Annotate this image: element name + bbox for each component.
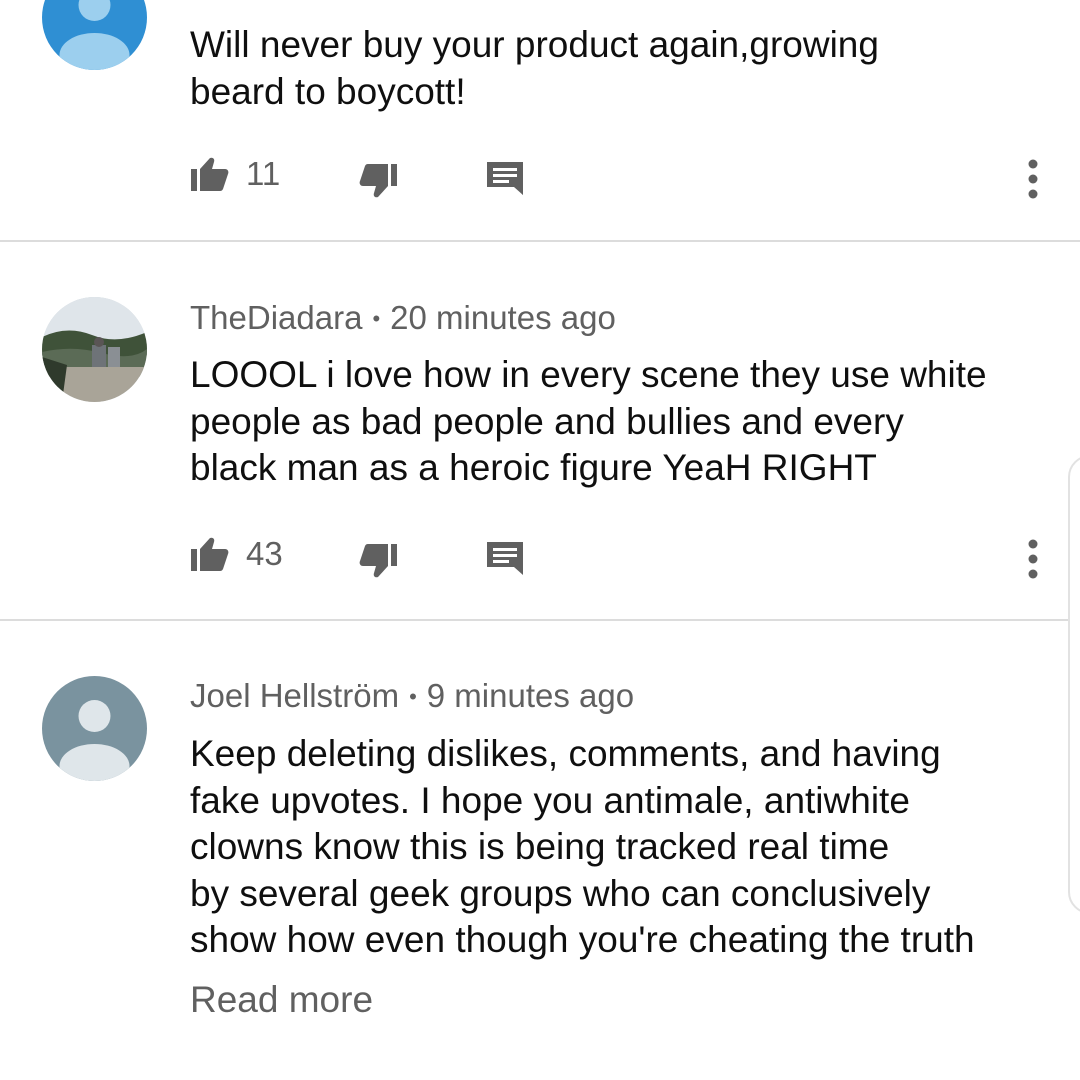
thumbs-down-icon: [359, 164, 397, 198]
avatar[interactable]: [42, 0, 147, 70]
thumbs-up-icon: [191, 537, 229, 571]
comment-text: LOOOL i love how in every scene they use…: [190, 354, 987, 488]
comment-timestamp[interactable]: 9 minutes ago: [427, 677, 634, 714]
more-options-button[interactable]: [1018, 156, 1048, 206]
comment-actions: 43: [0, 532, 1080, 582]
comment-text: Keep deleting dislikes, comments, and ha…: [190, 733, 975, 960]
meta-separator: •: [409, 684, 417, 709]
comment-item: Will never buy your product again,growin…: [0, 0, 1080, 242]
avatar[interactable]: [42, 297, 147, 402]
meta-separator: •: [372, 306, 381, 331]
read-more-link[interactable]: Read more: [190, 977, 373, 1023]
reply-button[interactable]: [486, 159, 524, 199]
comment-meta: Joel Hellström • 9 minutes ago: [190, 676, 634, 720]
comments-screen: Will never buy your product again,growin…: [0, 0, 1080, 1080]
user-photo-avatar: [42, 297, 147, 402]
more-vertical-icon: [1028, 539, 1038, 579]
scroll-handle[interactable]: [1068, 455, 1080, 914]
default-avatar-icon: [42, 676, 147, 781]
like-count: 43: [246, 535, 283, 572]
author-name[interactable]: Joel Hellström: [190, 677, 399, 714]
comment-timestamp[interactable]: 20 minutes ago: [390, 299, 616, 336]
like-button[interactable]: 11: [190, 154, 280, 194]
thumbs-down-icon: [359, 544, 397, 578]
like-count: 11: [246, 155, 281, 192]
default-avatar-icon: [42, 0, 147, 70]
comment-item: Joel Hellström • 9 minutes ago Keep deleti…: [0, 621, 1080, 1080]
dislike-button[interactable]: [358, 161, 398, 201]
avatar[interactable]: [42, 676, 147, 781]
comment-meta: TheDiadara • 20 minutes ago: [190, 298, 616, 342]
comment-item: TheDiadara • 20 minutes ago LOOOL i love h…: [0, 242, 1080, 620]
reply-button[interactable]: [486, 539, 524, 579]
more-vertical-icon: [1028, 159, 1038, 199]
reply-comment-icon: [487, 542, 523, 575]
dislike-button[interactable]: [358, 541, 398, 581]
comment-text: Will never buy your product again,growin…: [190, 24, 879, 112]
comment-actions: 11: [0, 152, 1080, 202]
thumbs-up-icon: [191, 157, 229, 191]
reply-comment-icon: [487, 162, 523, 195]
author-name[interactable]: TheDiadara: [190, 299, 362, 336]
more-options-button[interactable]: [1018, 536, 1048, 586]
like-button[interactable]: 43: [190, 534, 283, 574]
